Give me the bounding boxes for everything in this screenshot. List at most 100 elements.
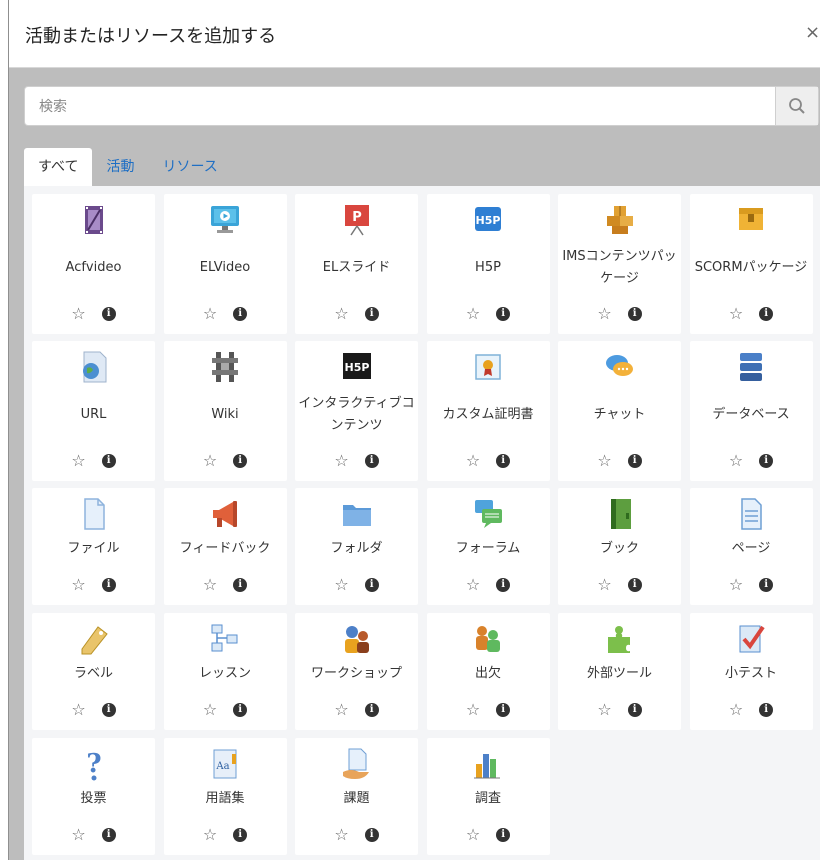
module-card[interactable]: カスタム証明書 ☆ i: [426, 341, 550, 481]
star-icon[interactable]: ☆: [71, 825, 85, 845]
module-card[interactable]: データベース ☆ i: [689, 341, 813, 481]
star-icon[interactable]: ☆: [334, 700, 348, 720]
star-icon[interactable]: ☆: [334, 304, 348, 324]
module-card[interactable]: ブック ☆ i: [558, 488, 681, 605]
info-icon[interactable]: i: [496, 454, 511, 468]
star-icon[interactable]: ☆: [203, 451, 217, 471]
star-icon[interactable]: ☆: [597, 304, 611, 324]
info-icon[interactable]: i: [101, 454, 116, 468]
info-icon[interactable]: i: [627, 454, 642, 468]
info-icon[interactable]: i: [101, 828, 116, 842]
info-icon[interactable]: i: [233, 454, 248, 468]
module-card[interactable]: 小テスト ☆ i: [689, 613, 813, 730]
module-actions: ☆ i: [164, 304, 287, 324]
module-card[interactable]: ワークショップ ☆ i: [295, 613, 418, 730]
module-name: ブック: [599, 541, 639, 556]
modal-body: すべて 活動 リソース Acfvideo☆iELVideo☆iPELスライド☆i…: [9, 68, 820, 860]
info-icon[interactable]: i: [233, 578, 248, 592]
module-card[interactable]: H5P インタラクティブコンテンツ ☆ i: [295, 341, 418, 481]
search-button[interactable]: [775, 87, 818, 125]
module-card[interactable]: フィードバック ☆ i: [163, 488, 287, 605]
info-icon[interactable]: i: [496, 578, 511, 592]
info-icon[interactable]: i: [496, 828, 511, 842]
info-icon[interactable]: i: [759, 307, 774, 321]
star-icon[interactable]: ☆: [466, 825, 480, 845]
star-icon[interactable]: ☆: [466, 451, 480, 471]
info-icon[interactable]: i: [759, 703, 774, 717]
star-icon[interactable]: ☆: [597, 700, 611, 720]
module-card[interactable]: Wiki ☆ i: [163, 341, 287, 481]
info-icon[interactable]: i: [364, 703, 379, 717]
star-icon[interactable]: ☆: [71, 700, 85, 720]
star-icon[interactable]: ☆: [466, 304, 480, 324]
module-card[interactable]: フォーラム ☆ i: [426, 488, 550, 605]
star-icon[interactable]: ☆: [466, 700, 480, 720]
info-icon[interactable]: i: [759, 578, 774, 592]
star-icon[interactable]: ☆: [334, 825, 348, 845]
info-icon[interactable]: i: [364, 454, 379, 468]
star-icon[interactable]: ☆: [729, 304, 743, 324]
star-icon[interactable]: ☆: [334, 575, 348, 595]
module-card[interactable]: SCORMパッケージ ☆ i: [689, 194, 813, 334]
info-icon[interactable]: i: [364, 828, 379, 842]
star-icon[interactable]: ☆: [71, 451, 85, 471]
module-actions: ☆ i: [164, 575, 287, 595]
module-card[interactable]: チャット ☆ i: [558, 341, 681, 481]
star-icon[interactable]: ☆: [597, 575, 611, 595]
module-name: フォルダ: [330, 541, 383, 556]
module-name: SCORMパッケージ: [694, 260, 808, 275]
module-card[interactable]: 出欠 ☆ i: [426, 613, 550, 730]
star-icon[interactable]: ☆: [729, 700, 743, 720]
close-icon[interactable]: ×: [805, 22, 819, 43]
info-icon[interactable]: i: [627, 307, 642, 321]
module-card[interactable]: ファイル ☆ i: [32, 488, 155, 605]
puzzle-icon: [558, 621, 681, 657]
star-icon[interactable]: ☆: [71, 575, 85, 595]
star-icon[interactable]: ☆: [203, 700, 217, 720]
module-card[interactable]: 外部ツール ☆ i: [558, 613, 681, 730]
star-icon[interactable]: ☆: [71, 304, 85, 324]
star-icon[interactable]: ☆: [729, 575, 743, 595]
module-card[interactable]: P ELスライド ☆ i: [295, 194, 418, 334]
info-icon[interactable]: i: [759, 454, 774, 468]
module-card[interactable]: フォルダ ☆ i: [295, 488, 418, 605]
info-icon[interactable]: i: [233, 307, 248, 321]
star-icon[interactable]: ☆: [466, 575, 480, 595]
module-card[interactable]: ELVideo ☆ i: [163, 194, 287, 334]
info-icon[interactable]: i: [364, 307, 379, 321]
module-card[interactable]: レッスン ☆ i: [163, 613, 287, 730]
info-icon[interactable]: i: [233, 828, 248, 842]
info-icon[interactable]: i: [496, 307, 511, 321]
module-card[interactable]: 課題 ☆ i: [295, 738, 418, 855]
module-card[interactable]: 調査 ☆ i: [426, 738, 550, 855]
star-icon[interactable]: ☆: [203, 825, 217, 845]
tab-activities[interactable]: 活動: [92, 148, 148, 186]
info-icon[interactable]: i: [627, 703, 642, 717]
module-name: ページ: [731, 541, 771, 556]
module-card[interactable]: URL ☆ i: [32, 341, 155, 481]
module-card[interactable]: Acfvideo ☆ i: [32, 194, 155, 334]
info-icon[interactable]: i: [101, 578, 116, 592]
module-actions: ☆ i: [164, 825, 287, 845]
module-card[interactable]: H5P H5P ☆ i: [426, 194, 550, 334]
info-icon[interactable]: i: [496, 703, 511, 717]
module-card[interactable]: ? 投票 ☆ i: [32, 738, 155, 855]
star-icon[interactable]: ☆: [203, 304, 217, 324]
star-icon[interactable]: ☆: [597, 451, 611, 471]
module-card[interactable]: Aa 用語集 ☆ i: [163, 738, 287, 855]
search-input[interactable]: [25, 87, 791, 127]
tab-all[interactable]: すべて: [24, 148, 93, 186]
star-icon[interactable]: ☆: [729, 451, 743, 471]
star-icon[interactable]: ☆: [334, 451, 348, 471]
info-icon[interactable]: i: [364, 578, 379, 592]
star-icon[interactable]: ☆: [203, 575, 217, 595]
module-card[interactable]: ラベル ☆ i: [32, 613, 155, 730]
info-icon[interactable]: i: [627, 578, 642, 592]
tab-resources[interactable]: リソース: [148, 148, 231, 186]
info-icon[interactable]: i: [101, 703, 116, 717]
info-icon[interactable]: i: [233, 703, 248, 717]
module-card[interactable]: ページ ☆ i: [689, 488, 813, 605]
module-name: ファイル: [67, 541, 120, 556]
info-icon[interactable]: i: [101, 307, 116, 321]
module-card[interactable]: IMSコンテンツパッケージ ☆ i: [558, 194, 681, 334]
